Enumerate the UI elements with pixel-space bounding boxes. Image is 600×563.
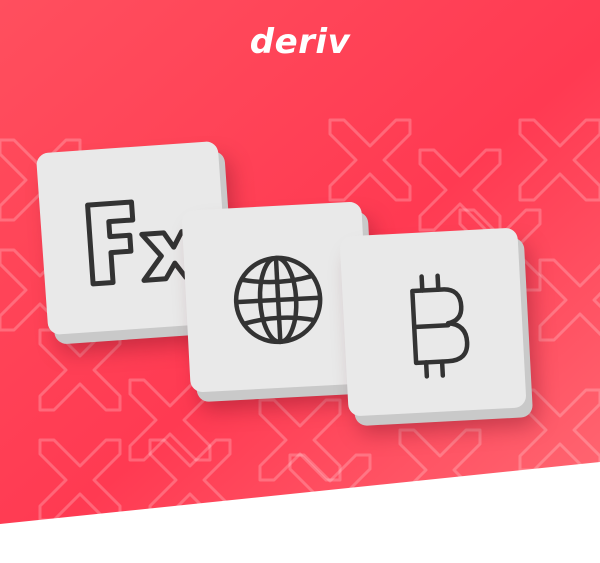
banner: deriv [0,0,600,563]
bitcoin-icon [410,273,470,379]
deriv-logo: deriv [249,22,351,62]
crypto-tile [339,227,527,417]
